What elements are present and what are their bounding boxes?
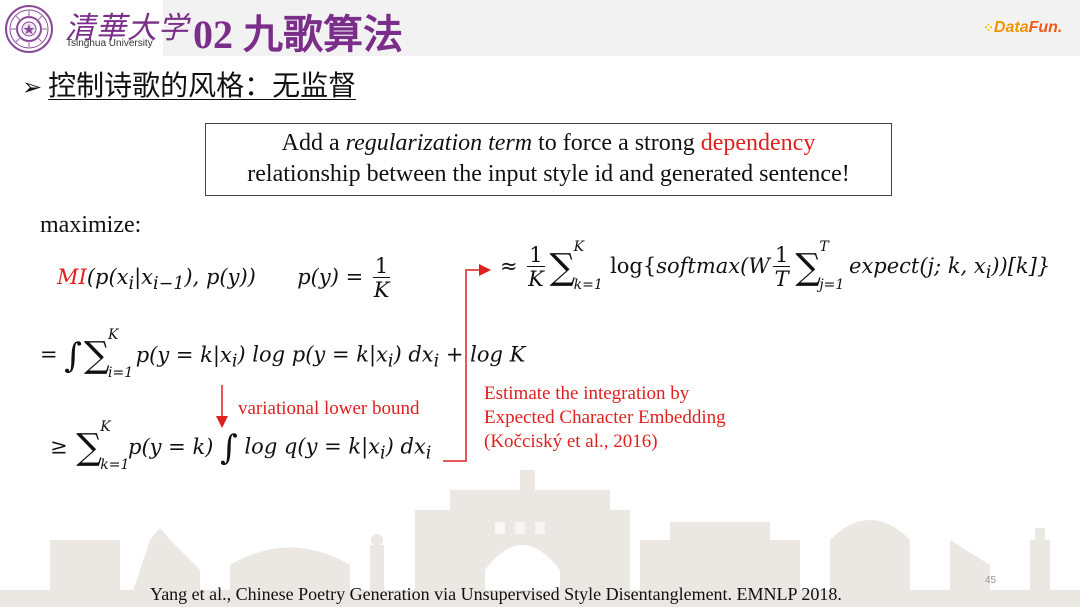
maximize-label: maximize:: [40, 212, 142, 238]
eq-term: log q(y = k|x: [237, 434, 381, 459]
softmax-term: softmax: [656, 254, 741, 278]
sum-sup: T: [819, 238, 829, 255]
sum-sub: i=1: [108, 365, 134, 381]
sum-sub: j=1: [819, 276, 845, 293]
eq-term: ) log p(y = k|x: [237, 342, 388, 367]
note-variational-lower-bound: variational lower bound: [238, 398, 420, 419]
sum-symbol: ∑ Kk=1: [549, 238, 603, 293]
callout-box: Add a regularization term to force a str…: [205, 123, 892, 196]
eq-sub: i−1: [153, 274, 185, 295]
equation-integral-expansion: = ∫∑ Ki=1 p(y = k|xi) log p(y = k|xi) dxi …: [40, 327, 526, 381]
frac-num: 1: [372, 254, 391, 278]
frac-den: T: [774, 267, 789, 291]
sum-sub: k=1: [573, 276, 603, 293]
fraction-1-over-k: 1K: [527, 243, 545, 291]
callout-italic: regularization term: [345, 130, 533, 156]
note-line: Estimate the integration by: [484, 383, 690, 404]
callout-line-1: Add a regularization term to force a str…: [206, 128, 891, 159]
expect-term: expect: [849, 254, 920, 278]
frac-den: K: [528, 267, 544, 291]
datafun-dots-icon: ⁘: [983, 20, 994, 35]
callout-text: Add a: [281, 130, 346, 156]
datafun-logo-data: Data: [993, 19, 1029, 36]
citation: Yang et al., Chinese Poetry Generation v…: [150, 584, 842, 604]
callout-line-2: relationship between the input style id …: [247, 161, 850, 187]
eq-term: ))[k]}: [991, 254, 1051, 278]
note-estimate-integration: Estimate the integration by Expected Cha…: [484, 382, 726, 454]
sum-sup: K: [100, 419, 111, 435]
eq-term: ) dx: [385, 434, 426, 459]
note-line: (Kočciský et al., 2016): [484, 431, 658, 452]
eq-term: (p(x: [86, 265, 129, 289]
frac-num: 1: [772, 243, 791, 267]
fraction-1-over-k: 1K: [372, 254, 391, 302]
sum-symbol: ∑ Tj=1: [795, 238, 845, 293]
university-logo-english: Tsinghua University: [66, 38, 153, 49]
arrow-bullet-icon: ➢: [22, 73, 43, 101]
equation-mutual-information: MI(p(xi|xi−1), p(y)) p(y) = 1K: [57, 255, 393, 302]
sum-symbol: ∑ Ki=1: [84, 327, 134, 381]
integral-symbol: ∫: [64, 336, 83, 376]
eq-term: (j; k, x: [919, 254, 986, 278]
fraction-1-over-t: 1T: [772, 243, 791, 291]
eq-term: |x: [134, 265, 154, 289]
tsinghua-seal-icon: [5, 5, 53, 53]
sum-sup: K: [573, 238, 585, 255]
datafun-logo: ⁘DataFun.: [983, 19, 1062, 37]
slide-title: 02 九歌算法: [193, 12, 403, 57]
callout-highlight: dependency: [700, 130, 816, 156]
eq-term: (W: [740, 254, 770, 278]
page-number: 45: [985, 575, 997, 586]
eq-term: p(y = k): [128, 434, 214, 459]
eq-term: log{: [610, 254, 657, 278]
datafun-logo-fun: Fun.: [1028, 19, 1063, 36]
mi-symbol: MI: [57, 265, 87, 289]
equation-approximation: ≈ 1 K ∑ Kk=1 log{softmax(W 1 T ∑ Tj=1 expect(j; …: [500, 238, 1051, 293]
eq-term: p(y = k|x: [135, 342, 232, 367]
subtitle-text: 控制诗歌的风格：无监督: [48, 69, 357, 102]
py-lhs: p(y) =: [297, 265, 364, 289]
eq-term: ) dx: [393, 342, 434, 367]
frac-den: K: [373, 278, 390, 302]
equals-symbol: =: [40, 342, 58, 367]
approx-symbol: ≈: [500, 254, 518, 278]
sum-sup: K: [108, 327, 119, 343]
section-subtitle: ➢ 控制诗歌的风格：无监督: [22, 64, 356, 104]
eq-term: ), p(y)): [184, 265, 256, 289]
note-line: Expected Character Embedding: [484, 407, 726, 428]
geq-symbol: ≥: [50, 434, 68, 459]
eq-term: + log K: [439, 342, 526, 367]
frac-num: 1: [527, 243, 545, 267]
callout-text: to force a strong: [532, 130, 701, 156]
